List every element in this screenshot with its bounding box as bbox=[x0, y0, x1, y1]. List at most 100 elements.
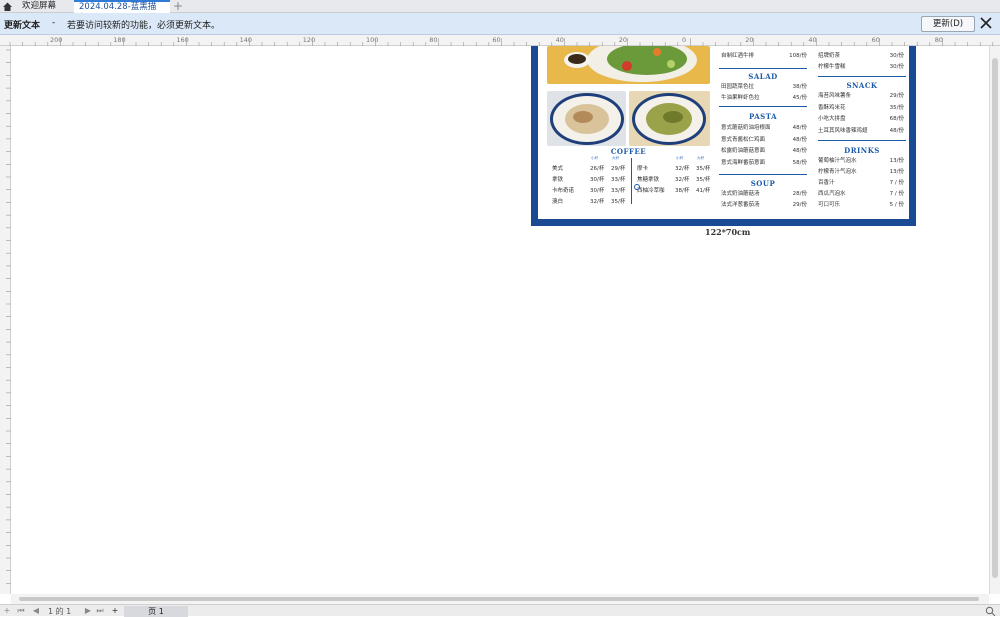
menu-item-subtitle-line bbox=[721, 208, 807, 211]
horizontal-ruler[interactable]: 200 180 160 140 120 100 80 60 40 20 0 20 40 60 80 bbox=[0, 35, 1000, 46]
menu-poster[interactable]: COFFEE 小杯 大杯 小杯 大杯 美式 26/杯 29/杯 拿铁 30/杯 33/杯卡… bbox=[531, 46, 916, 226]
menu-item: 意式蘑菇奶油培根面 48/份 bbox=[721, 123, 807, 134]
size-large-label: 大杯 bbox=[612, 156, 620, 160]
menu-item: 柠檬牛雪糕 30/份 bbox=[818, 62, 904, 73]
vertical-scrollbar[interactable] bbox=[989, 46, 1000, 594]
vertical-ruler[interactable] bbox=[0, 46, 11, 594]
page-tab-1[interactable]: 页 1 bbox=[124, 606, 188, 617]
ruler-label: 60 bbox=[871, 36, 880, 44]
last-page-icon[interactable]: ⏭ bbox=[96, 606, 104, 616]
menu-item: 小吃大拼盘 68/份 bbox=[818, 114, 904, 125]
menu-item: 海苔风味薯条 29/份 bbox=[818, 91, 904, 102]
section-rule bbox=[818, 76, 906, 77]
menu-item-price: 5 / 份 bbox=[889, 202, 904, 208]
horizontal-scrollbar[interactable] bbox=[11, 594, 989, 604]
close-icon[interactable] bbox=[979, 16, 993, 30]
menu-item-price: 29/份 bbox=[792, 202, 807, 208]
menu-item-price: 48/份 bbox=[792, 136, 807, 143]
menu-item: 土耳其风味香辣鸡翅 48/份 bbox=[818, 126, 904, 137]
coffee-divider bbox=[631, 158, 632, 204]
ruler-label: 0 bbox=[682, 36, 687, 44]
coffee-row: 美式 26/杯 29/杯 bbox=[552, 164, 630, 174]
coffee-name: 焦糖拿铁 bbox=[637, 177, 660, 183]
coffee-table: 小杯 大杯 小杯 大杯 美式 26/杯 29/杯 拿铁 30/杯 33/杯 卡布奇诺 30/杯… bbox=[548, 154, 710, 214]
section-rule bbox=[818, 140, 906, 141]
coffee-row: 焦糖拿铁 32/杯 35/杯 bbox=[637, 175, 715, 185]
ruler-label: 80 bbox=[934, 36, 944, 44]
menu-item: 招牌奶茶 30/份 bbox=[818, 51, 904, 62]
update-button[interactable]: 更新(D) bbox=[921, 16, 975, 32]
first-page-icon[interactable]: ⏮ bbox=[17, 606, 25, 616]
horizontal-scroll-thumb[interactable] bbox=[19, 597, 979, 601]
section-rule bbox=[719, 174, 807, 175]
coffee-small-price: 32/杯 bbox=[675, 166, 690, 172]
menu-item-price: 45/份 bbox=[792, 95, 807, 101]
coffee-large-price: 35/杯 bbox=[696, 166, 711, 172]
next-page-icon[interactable]: ▶ bbox=[84, 606, 92, 616]
menu-item-price: 48/份 bbox=[889, 127, 904, 134]
size-large-label: 大杯 bbox=[697, 156, 705, 160]
tab-active-document[interactable]: 2024.04.28-蓝黑描餐...* bbox=[74, 0, 170, 23]
menu-item-price: 38/份 bbox=[792, 84, 807, 90]
menu-item-price: 48/份 bbox=[792, 148, 807, 154]
menu-item-price: 30/份 bbox=[889, 64, 904, 70]
menu-item-subtitle-line bbox=[818, 70, 904, 73]
coffee-large-price: 29/杯 bbox=[611, 166, 626, 172]
ruler-label: 40 bbox=[808, 36, 817, 44]
menu-item-price: 29/份 bbox=[889, 93, 904, 99]
home-icon[interactable] bbox=[2, 1, 13, 12]
prev-page-icon[interactable]: ◀ bbox=[32, 606, 40, 616]
zoom-icon[interactable] bbox=[985, 606, 996, 616]
coffee-large-price: 41/杯 bbox=[696, 188, 711, 194]
coffee-name: 澳白 bbox=[552, 199, 564, 205]
soup-heading: SOUP bbox=[750, 179, 776, 188]
ruler-label: 100 bbox=[366, 36, 379, 44]
add-tab-icon[interactable]: + bbox=[172, 0, 184, 13]
coffee-row: 西柚冷萃咖 38/杯 41/杯 bbox=[637, 186, 715, 196]
ruler-label: 20 bbox=[745, 36, 754, 44]
menu-item: 松露奶油蘑菇意面 48/份 bbox=[721, 146, 807, 157]
notification-message: 若要访问较新的功能，必须更新文本。 bbox=[67, 21, 221, 31]
menu-item: 法式奶油蘑菇汤 28/份 bbox=[721, 189, 807, 200]
add-page-end-icon[interactable]: + bbox=[111, 606, 119, 616]
ruler-label: 20 bbox=[618, 36, 628, 44]
menu-item-price: 13/份 bbox=[889, 169, 904, 175]
coffee-small-price: 38/杯 bbox=[675, 188, 690, 194]
add-page-icon[interactable]: + bbox=[3, 606, 11, 616]
coffee-large-price: 35/杯 bbox=[696, 177, 711, 183]
coffee-small-price: 26/杯 bbox=[590, 166, 605, 172]
drawing-canvas[interactable]: COFFEE 小杯 大杯 小杯 大杯 美式 26/杯 29/杯 拿铁 30/杯 33/杯卡… bbox=[11, 46, 989, 594]
menu-item-subtitle-line bbox=[818, 208, 904, 211]
coffee-name: 美式 bbox=[552, 166, 564, 172]
menu-item-price: 13/份 bbox=[889, 158, 904, 164]
menu-item: 香酥鸡米花 35/份 bbox=[818, 103, 904, 114]
drinks-heading: DRINKS bbox=[844, 146, 880, 155]
tab-welcome-screen[interactable]: 欢迎屏幕 bbox=[17, 0, 73, 13]
coffee-small-price: 30/杯 bbox=[590, 177, 605, 183]
menu-item-price: 108/份 bbox=[789, 53, 807, 59]
selected-handle-icon[interactable] bbox=[634, 184, 640, 190]
section-rule bbox=[719, 68, 807, 69]
ruler-label: 160 bbox=[176, 36, 189, 44]
page-navigation-bar: + ⏮ ◀ 1 的 1 ▶ ⏭ + 页 1 bbox=[0, 604, 1000, 617]
menu-item: 柠檬青汁气泡水 13/份 bbox=[818, 167, 904, 178]
ruler-label: 200 bbox=[50, 36, 63, 44]
ruler-label: 180 bbox=[113, 36, 126, 44]
coffee-row: 摩卡 32/杯 35/杯 bbox=[637, 164, 715, 174]
coffee-small-price: 30/杯 bbox=[590, 188, 605, 194]
menu-item-price: 68/份 bbox=[889, 116, 904, 122]
menu-item: 可口可乐 5 / 份 bbox=[818, 200, 904, 211]
menu-item: 葡萄柚汁气泡水 13/份 bbox=[818, 156, 904, 167]
menu-item: 意式青酱松仁鸡面 48/份 bbox=[721, 135, 807, 146]
menu-item-price: 28/份 bbox=[792, 191, 807, 197]
salad-heading: SALAD bbox=[748, 72, 778, 81]
ruler-ticks bbox=[6, 49, 11, 584]
coffee-name: 拿铁 bbox=[552, 177, 564, 183]
coffee-name: 卡布奇诺 bbox=[552, 188, 575, 194]
vertical-scroll-thumb[interactable] bbox=[992, 58, 998, 578]
menu-item-price: 30/份 bbox=[889, 53, 904, 59]
size-small-label: 小杯 bbox=[591, 156, 599, 160]
menu-item-price: 7 / 份 bbox=[889, 180, 904, 186]
page-counter: 1 的 1 bbox=[48, 607, 72, 616]
coffee-small-price: 32/杯 bbox=[590, 199, 605, 205]
